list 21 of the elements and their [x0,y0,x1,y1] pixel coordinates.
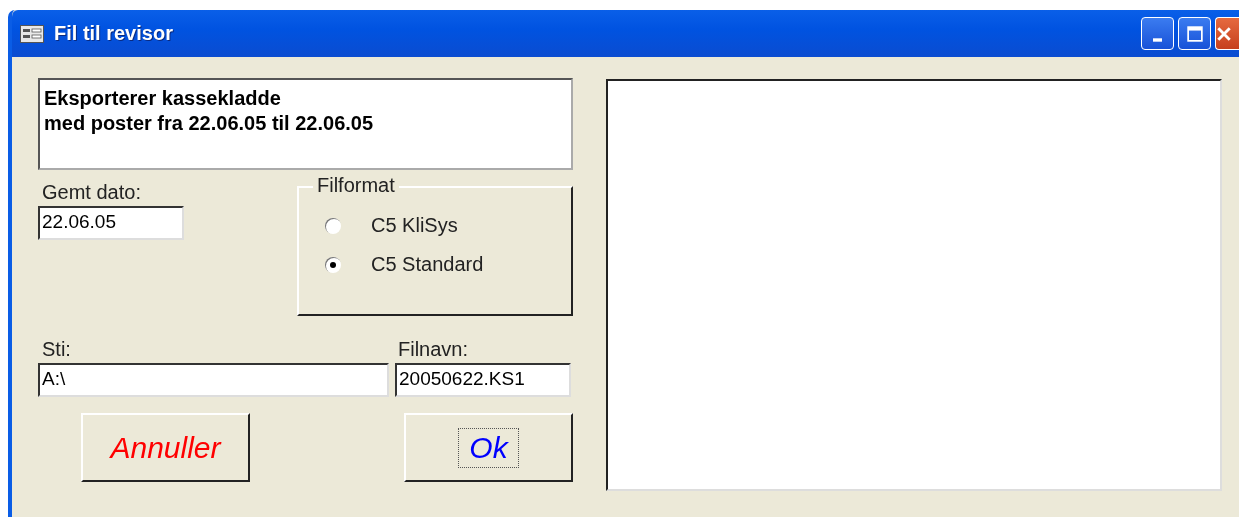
radio-button[interactable] [325,256,341,273]
message-text: Eksporterer kassekladde [44,86,282,111]
maximize-icon [1186,25,1203,42]
window-title: Fil til revisor [54,22,174,45]
filename-field[interactable]: 20050622.KS1 [395,363,571,397]
field-label: Filnavn: [397,337,470,361]
message-text: med poster fra 22.06.05 til 22.06.05 [44,111,375,136]
field-label: Gemt dato: [42,180,142,204]
minimize-icon [1153,37,1162,42]
close-button[interactable] [1215,17,1239,50]
form-icon [20,24,44,43]
field-label: Sti: [41,337,72,361]
minimize-button[interactable] [1141,17,1174,50]
radio-button[interactable] [325,217,341,234]
date-field[interactable]: 22.06.05 [38,206,184,240]
radio-label[interactable]: C5 KliSys [371,214,458,237]
radio-label[interactable]: C5 Standard [371,253,484,276]
maximize-button[interactable] [1178,17,1211,50]
close-icon [1216,25,1232,42]
ok-button[interactable]: Ok [404,413,573,482]
path-field[interactable]: A:\ [38,363,389,397]
